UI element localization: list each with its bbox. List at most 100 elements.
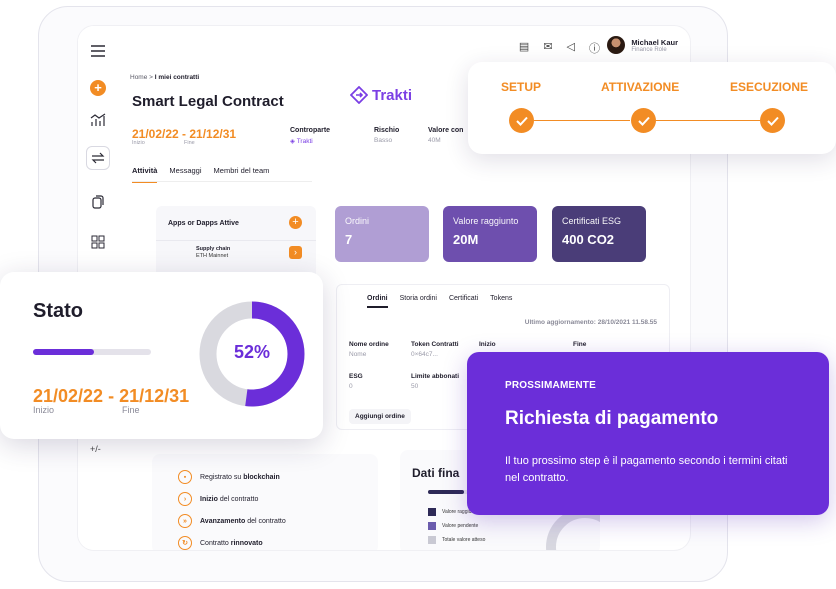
add-app-button[interactable]: +	[289, 216, 302, 229]
step-attivazione-label: ATTIVAZIONE	[601, 80, 680, 94]
timeline-bold: Avanzamento	[200, 517, 246, 525]
tab-ordini[interactable]: Ordini	[367, 295, 388, 308]
tab-tokens[interactable]: Tokens	[490, 295, 512, 308]
payment-description: Il tuo prossimo step è il pagamento seco…	[505, 455, 788, 484]
field-value: 50	[411, 383, 419, 390]
stat-ordini[interactable]: Ordini 7	[335, 206, 429, 262]
stato-dates: 21/02/22 - 21/12/31	[33, 386, 190, 406]
timeline-bold: blockchain	[243, 473, 280, 481]
stat-valore[interactable]: Valore raggiunto 20M	[443, 206, 537, 262]
add-order-button[interactable]: Aggiungi ordine	[349, 409, 411, 424]
app-name: Supply chain	[196, 246, 231, 252]
breadcrumb-home[interactable]: Home	[130, 74, 147, 81]
chevron-right-icon: ›	[178, 492, 192, 506]
timeline-prefix: Contratto	[200, 539, 231, 547]
orders-tabs: Ordini Storia ordini Certificati Tokens	[367, 295, 512, 308]
stato-progress-fill	[33, 349, 95, 355]
timeline-text: Contratto rinnovato	[200, 540, 263, 547]
rischio-label: Rischio	[374, 127, 400, 134]
field-label: Limite abbonati	[411, 373, 460, 380]
step-connector	[656, 120, 760, 121]
plus-minus-icon[interactable]: +/-	[90, 444, 101, 454]
stato-percent: 52%	[233, 342, 271, 362]
rischio-value: Basso	[374, 137, 393, 144]
stat-value: 20M	[453, 232, 479, 247]
field-label: Token Contratti	[411, 341, 459, 348]
stato-card: Stato 21/02/22 - 21/12/31 Inizio Fine 52…	[0, 272, 323, 439]
field-label: Fine	[573, 341, 587, 348]
stepper-card: SETUP ATTIVAZIONE ESECUZIONE	[468, 62, 836, 154]
info-icon[interactable]: ⓘ	[589, 40, 600, 56]
tab-certificati[interactable]: Certificati	[449, 295, 478, 308]
brand-logo: Trakti	[350, 86, 412, 104]
last-updated-label: Ultimo aggiornamento:	[524, 319, 596, 326]
last-updated-value: 28/10/2021 11.58.55	[597, 319, 657, 326]
field-value: 0×64c7...	[411, 351, 438, 358]
timeline-text: Avanzamento del contratto	[200, 518, 286, 525]
user-name: Michael Kaur	[631, 37, 678, 47]
timeline-item: ↻ Contratto rinnovato	[178, 536, 263, 550]
last-updated: Ultimo aggiornamento: 28/10/2021 11.58.5…	[525, 319, 657, 326]
apps-divider	[156, 240, 316, 241]
order-field: Inizio	[479, 341, 496, 351]
megaphone-icon[interactable]: ◁	[567, 40, 575, 56]
step-setup-label: SETUP	[501, 80, 542, 94]
trakti-logo-icon	[350, 86, 368, 104]
documents-icon[interactable]	[86, 190, 110, 214]
controparte-label: Controparte	[290, 127, 331, 134]
contract-start-label: Inizio	[132, 140, 145, 146]
timeline-suffix: del contratto	[245, 517, 286, 525]
stat-label: Certificati ESG	[562, 216, 622, 226]
tab-storia-ordini[interactable]: Storia ordini	[400, 295, 437, 308]
valore-value: 40M	[428, 137, 441, 144]
step-connector	[534, 120, 630, 121]
user-menu[interactable]: Michael Kaur Finance Role	[607, 36, 678, 54]
field-label: Nome ordine	[349, 341, 389, 348]
field-value: Nome	[349, 351, 367, 358]
breadcrumb: Home > I miei contratti	[130, 74, 199, 81]
rischio: Rischio Basso	[374, 127, 399, 144]
double-chevron-icon: »	[178, 514, 192, 528]
dashboard-icon[interactable]	[86, 230, 110, 254]
payment-card: PROSSIMAMENTE Richiesta di pagamento Il …	[467, 352, 829, 515]
stage: + ▤ ✉ ◁ ⓘ Michael Kaur Finance Role Home…	[0, 0, 836, 589]
contract-dates: 21/02/22 - 21/12/31	[132, 127, 237, 141]
timeline-bold: Inizio	[200, 495, 218, 503]
topbar-icons: ▤ ✉ ◁ ⓘ	[519, 40, 600, 56]
payment-title: Richiesta di pagamento	[505, 408, 719, 429]
controparte-value: ◈ Trakti	[290, 138, 313, 145]
stato-progress-bar	[33, 349, 151, 355]
valore-contratto: Valore con 40M	[428, 127, 463, 144]
chart-icon[interactable]	[86, 108, 110, 132]
brand-name: Trakti	[372, 86, 413, 104]
order-field: ESG 0	[349, 373, 363, 390]
stat-esg[interactable]: Certificati ESG 400 CO2	[552, 206, 646, 262]
timeline-item: › Inizio del contratto	[178, 492, 258, 506]
valore-label: Valore con	[428, 127, 464, 134]
menu-icon[interactable]	[86, 39, 110, 63]
stat-value: 400 CO2	[562, 232, 615, 247]
document-icon[interactable]: ▤	[519, 40, 529, 56]
legend-item: Totale valore atteso	[428, 536, 485, 544]
legend-label: Valore pendente	[442, 523, 479, 529]
timeline-bold: rinnovato	[230, 539, 263, 547]
order-field: Token Contratti 0×64c7...	[411, 341, 459, 358]
field-label: Inizio	[479, 341, 496, 348]
breadcrumb-current[interactable]: I miei contratti	[155, 74, 199, 81]
breadcrumb-separator: >	[147, 74, 155, 81]
open-app-button[interactable]: ›	[289, 246, 302, 259]
swap-icon[interactable]	[86, 146, 110, 170]
add-icon[interactable]: +	[86, 76, 110, 100]
timeline-prefix: Registrato su	[200, 473, 244, 481]
legend-swatch	[428, 508, 436, 516]
order-field: Nome ordine Nome	[349, 341, 389, 358]
stat-value: 7	[345, 232, 353, 247]
field-label: ESG	[349, 373, 363, 380]
controparte-text: Trakti	[296, 138, 313, 145]
apps-title: Apps or Dapps Attive	[168, 220, 239, 227]
check-icon	[631, 108, 656, 133]
mail-icon[interactable]: ✉	[543, 40, 552, 56]
stat-label: Valore raggiunto	[453, 216, 519, 226]
timeline-text: Inizio del contratto	[200, 496, 258, 503]
page-title: Smart Legal Contract	[132, 93, 284, 110]
